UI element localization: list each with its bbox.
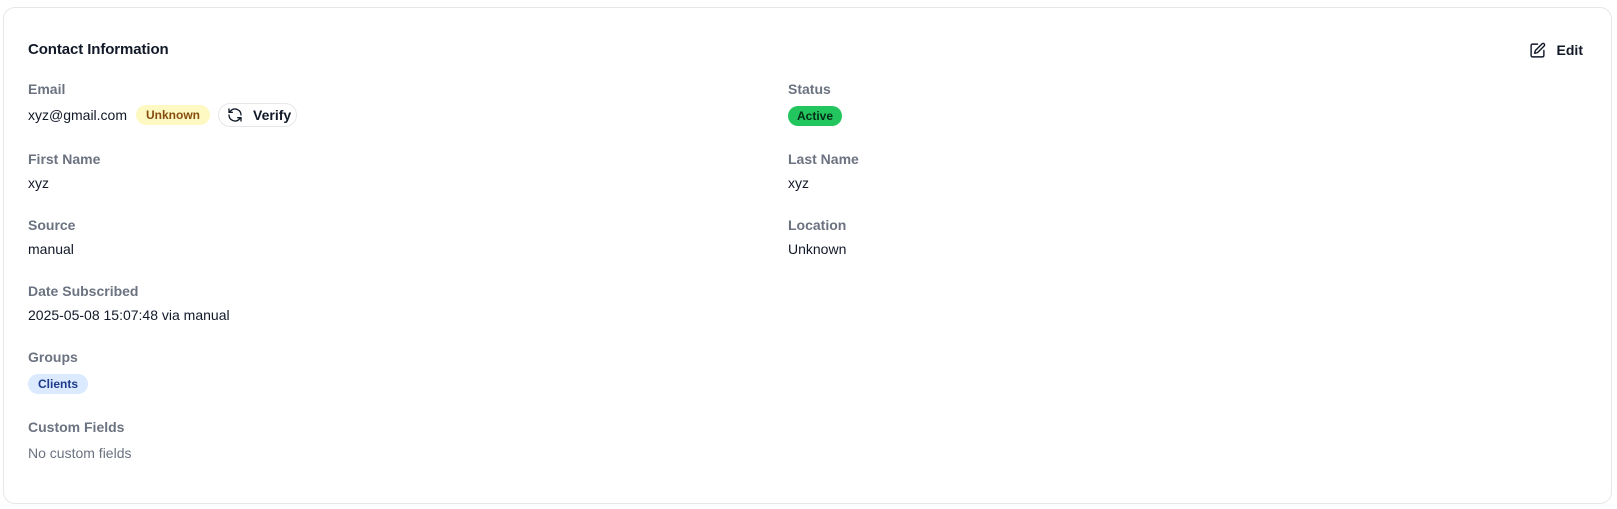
verify-button-label: Verify xyxy=(253,107,292,123)
location-label: Location xyxy=(788,217,847,233)
edit-icon xyxy=(1529,42,1546,59)
source-value: manual xyxy=(28,241,74,257)
email-verification-badge: Unknown xyxy=(136,105,211,125)
contact-information-card: Contact Information Edit Email xyz@gmail… xyxy=(3,7,1612,504)
first-name-field: First Name xyz xyxy=(28,150,100,192)
date-subscribed-label: Date Subscribed xyxy=(28,283,139,299)
location-value: Unknown xyxy=(788,241,847,257)
status-badge: Active xyxy=(788,106,843,126)
edit-button[interactable]: Edit xyxy=(1529,40,1583,60)
last-name-field: Last Name xyz xyxy=(788,150,859,192)
custom-fields-label: Custom Fields xyxy=(28,419,125,435)
first-name-value: xyz xyxy=(28,175,49,191)
groups-field: Groups Clients xyxy=(28,348,89,394)
date-subscribed-field: Date Subscribed 2025-05-08 15:07:48 via … xyxy=(28,282,230,324)
group-badge: Clients xyxy=(28,374,89,394)
verify-button[interactable]: Verify xyxy=(218,103,298,127)
groups-label: Groups xyxy=(28,349,78,365)
source-field: Source manual xyxy=(28,216,75,258)
email-label: Email xyxy=(28,81,66,97)
edit-button-label: Edit xyxy=(1556,42,1583,58)
last-name-value: xyz xyxy=(788,175,809,191)
location-field: Location Unknown xyxy=(788,216,846,258)
last-name-label: Last Name xyxy=(788,151,859,167)
first-name-label: First Name xyxy=(28,151,101,167)
custom-fields-empty: No custom fields xyxy=(28,445,132,461)
card-title: Contact Information xyxy=(28,41,169,58)
email-row: xyz@gmail.com Unknown Verify xyxy=(28,103,298,127)
email-value: xyz@gmail.com xyxy=(28,107,128,123)
date-subscribed-value: 2025-05-08 15:07:48 via manual xyxy=(28,307,230,323)
custom-fields-field: Custom Fields No custom fields xyxy=(28,418,131,462)
source-label: Source xyxy=(28,217,76,233)
refresh-icon xyxy=(227,107,243,123)
status-field: Status Active xyxy=(788,80,843,126)
status-label: Status xyxy=(788,81,831,97)
email-field: Email xyz@gmail.com Unknown Verify xyxy=(28,80,298,127)
